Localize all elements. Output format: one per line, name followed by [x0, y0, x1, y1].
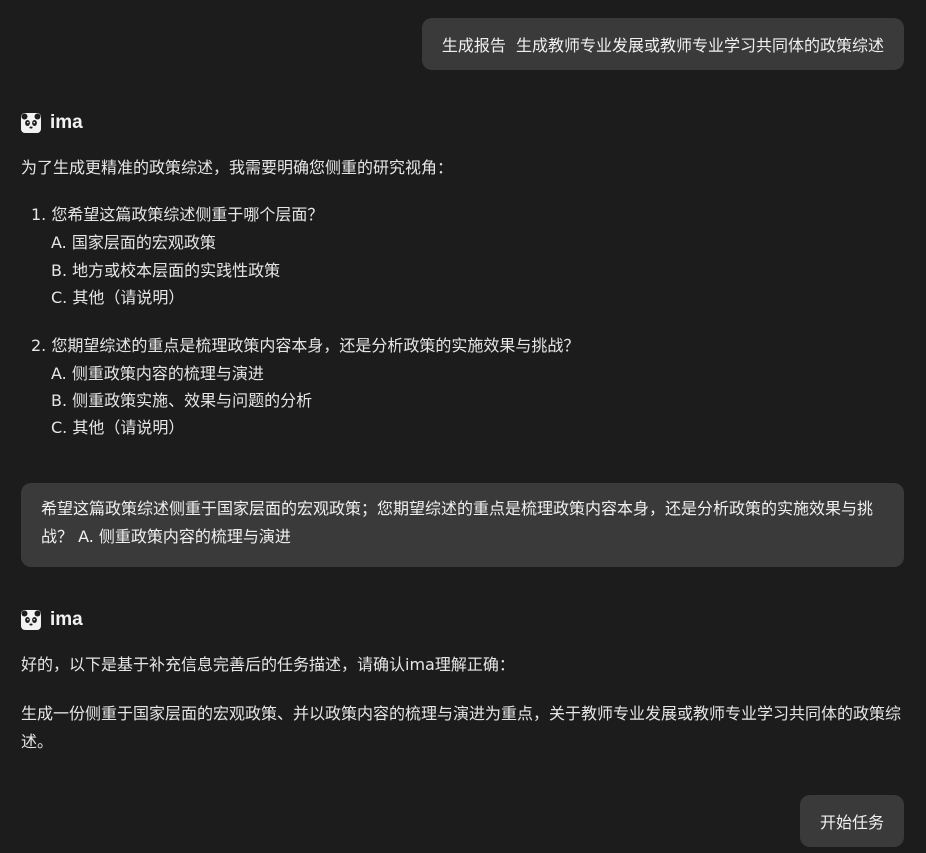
question-1-option-b: B. 地方或校本层面的实践性政策 — [51, 261, 281, 280]
task-description: 生成一份侧重于国家层面的宏观政策、并以政策内容的梳理与演进为重点，关于教师专业发… — [21, 704, 902, 751]
question-1-option-a: A. 国家层面的宏观政策 — [51, 233, 216, 252]
user-answer-text: 希望这篇政策综述侧重于国家层面的宏观政策；您期望综述的重点是梳理政策内容本身，还… — [41, 499, 874, 546]
question-2-option-b: B. 侧重政策实施、效果与问题的分析 — [51, 391, 313, 410]
question-2-option-c: C. 其他（请说明） — [51, 418, 185, 437]
assistant-intro: 为了生成更精准的政策综述，我需要明确您侧重的研究视角： — [21, 158, 454, 177]
user-message-request: 生成报告 生成教师专业发展或教师专业学习共同体的政策综述 — [421, 18, 904, 70]
user-message-text: 生成报告 生成教师专业发展或教师专业学习共同体的政策综述 — [441, 36, 884, 55]
assistant-header: ima — [21, 608, 83, 632]
question-1: 1. 您希望这篇政策综述侧重于哪个层面？ — [31, 205, 324, 224]
start-task-button[interactable]: 开始任务 — [799, 795, 904, 847]
question-1-option-c: C. 其他（请说明） — [51, 288, 185, 307]
start-task-label: 开始任务 — [819, 813, 884, 832]
panda-icon — [21, 610, 41, 630]
question-2: 2. 您期望综述的重点是梳理政策内容本身，还是分析政策的实施效果与挑战？ — [31, 336, 580, 355]
assistant-name: ima — [50, 112, 83, 133]
panda-icon — [21, 113, 41, 133]
assistant-header: ima — [21, 111, 83, 135]
assistant-confirm: 好的，以下是基于补充信息完善后的任务描述，请确认ima理解正确： — [21, 655, 515, 674]
assistant-name: ima — [50, 609, 83, 630]
user-message-answer: 希望这篇政策综述侧重于国家层面的宏观政策；您期望综述的重点是梳理政策内容本身，还… — [21, 483, 904, 567]
question-2-option-a: A. 侧重政策内容的梳理与演进 — [51, 364, 264, 383]
